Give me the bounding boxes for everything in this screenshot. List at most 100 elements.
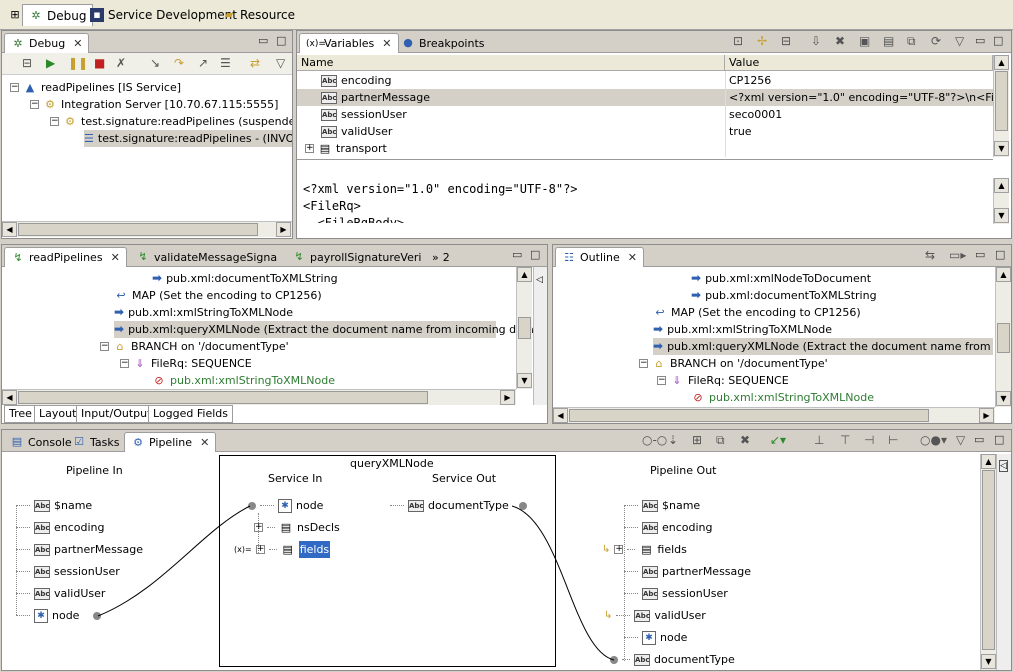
tab-input-output[interactable]: Input/Output bbox=[76, 405, 157, 423]
step-filter-icon[interactable]: ⇄ bbox=[250, 56, 260, 70]
expand-icon[interactable]: + bbox=[305, 144, 314, 153]
copy-icon[interactable]: ⧉ bbox=[907, 34, 916, 49]
outline-item[interactable]: − ⌂ BRANCH on '/documentType' bbox=[639, 355, 828, 372]
perspective-debug[interactable]: ✲ Debug bbox=[22, 4, 94, 26]
collapse-icon[interactable]: − bbox=[120, 359, 129, 368]
maximize-icon[interactable]: □ bbox=[530, 248, 540, 261]
invoke-icon: ➡ bbox=[114, 322, 125, 336]
flow-service-icon: ↯ bbox=[138, 250, 148, 263]
collapse-icon[interactable]: − bbox=[30, 100, 39, 109]
view-menu-icon[interactable]: ▽ bbox=[276, 56, 285, 70]
minimize-icon[interactable]: ▭ bbox=[975, 34, 985, 47]
outline-view: ☷ Outline ✕ ⇆ ▭▸ ▭ □ ➡ pub.xml:xmlNodeToDoc… bbox=[552, 244, 1012, 424]
detail-scrollbar[interactable]: ▲ ▼ bbox=[993, 178, 1009, 224]
map-icon: ↩ bbox=[116, 288, 126, 302]
folder-icon: ▰ bbox=[224, 8, 234, 21]
detail-pane[interactable]: <?xml version="1.0" encoding="UTF-8"?> <… bbox=[303, 181, 578, 223]
close-icon[interactable]: ✕ bbox=[73, 37, 82, 50]
link-editor-icon[interactable]: ⇆ bbox=[925, 248, 935, 262]
outline-item-disabled[interactable]: ⊘ pub.xml:xmlStringToXMLNode bbox=[691, 389, 874, 406]
horizontal-scrollbar[interactable]: ◀ ▶ bbox=[553, 407, 995, 423]
column-header-name[interactable]: Name bbox=[297, 55, 725, 71]
close-icon[interactable]: ✕ bbox=[111, 251, 120, 264]
column-header-value[interactable]: Value bbox=[725, 55, 993, 71]
flow-step-disabled[interactable]: ⊘ pub.xml:xmlStringToXMLNode bbox=[152, 372, 335, 389]
variable-row[interactable]: Abc validUser true bbox=[321, 123, 993, 140]
side-panel-toggle[interactable]: ◁ bbox=[996, 454, 1011, 670]
step-over-icon[interactable]: ↷ bbox=[174, 56, 184, 70]
tab-logged-fields[interactable]: Logged Fields bbox=[148, 405, 233, 423]
close-icon[interactable]: ✕ bbox=[628, 251, 637, 264]
collapse-icon[interactable]: − bbox=[50, 117, 59, 126]
resume-icon[interactable]: ▶ bbox=[46, 56, 55, 70]
step-into-icon[interactable]: ↘ bbox=[150, 56, 160, 70]
save-icon[interactable]: ▣ bbox=[859, 34, 870, 48]
horizontal-scrollbar[interactable]: ◀ ▶ bbox=[2, 221, 292, 237]
flow-step[interactable]: − ⌂ BRANCH on '/documentType' bbox=[100, 338, 289, 355]
tab-layout[interactable]: Layout bbox=[34, 405, 82, 423]
more-tabs-button[interactable]: » 2 bbox=[426, 247, 456, 267]
tab-breakpoints[interactable]: ● Breakpoints bbox=[395, 33, 491, 53]
collapse-icon[interactable]: − bbox=[100, 342, 109, 351]
terminate-icon[interactable]: ■ bbox=[94, 56, 105, 70]
tab-payrollsignatureveri[interactable]: ↯ payrollSignatureVeri bbox=[286, 247, 427, 267]
view-menu-icon[interactable]: ▭▸ bbox=[949, 248, 966, 262]
tree-item-thread[interactable]: − ⚙ test.signature:readPipelines (suspende… bbox=[50, 113, 292, 130]
remove-icon[interactable]: ✖ bbox=[835, 34, 845, 48]
vertical-scrollbar[interactable]: ▲ ▼ bbox=[995, 267, 1011, 407]
variable-row[interactable]: + ▤ transport bbox=[305, 140, 993, 157]
drop-frame-icon[interactable]: ☰ bbox=[220, 56, 231, 70]
outline-item[interactable]: ➡ pub.xml:xmlStringToXMLNode bbox=[653, 321, 832, 338]
suspend-icon[interactable]: ❚❚ bbox=[68, 56, 88, 70]
maximize-icon[interactable]: □ bbox=[995, 248, 1005, 261]
outline-item[interactable]: ↩ MAP (Set the encoding to CP1256) bbox=[653, 304, 860, 321]
collapse-all-icon[interactable]: ⊟ bbox=[781, 34, 791, 48]
vertical-scrollbar[interactable]: ▲ ▼ bbox=[993, 55, 1009, 157]
tab-validatemessagesigna[interactable]: ↯ validateMessageSigna bbox=[130, 247, 283, 267]
open-icon[interactable]: ▤ bbox=[883, 34, 894, 48]
outline-item[interactable]: ➡ pub.xml:documentToXMLString bbox=[691, 287, 877, 304]
show-type-names-icon[interactable]: ⊡ bbox=[733, 34, 743, 48]
show-logical-icon[interactable]: ✢ bbox=[757, 34, 767, 48]
collapse-icon[interactable]: − bbox=[639, 359, 648, 368]
tab-outline[interactable]: ☷ Outline ✕ bbox=[555, 247, 645, 267]
minimize-icon[interactable]: ▭ bbox=[975, 248, 985, 261]
step-return-icon[interactable]: ↗ bbox=[198, 56, 208, 70]
variable-row[interactable]: Abc partnerMessage <?xml version="1.0" enc… bbox=[297, 89, 993, 106]
minimize-icon[interactable]: ▭ bbox=[512, 248, 522, 261]
collapse-icon[interactable]: − bbox=[10, 83, 19, 92]
vertical-scrollbar[interactable]: ▲ ▼ bbox=[980, 454, 996, 670]
tab-readpipelines[interactable]: ↯ readPipelines ✕ bbox=[4, 247, 127, 267]
view-menu-icon[interactable]: ▽ bbox=[955, 34, 964, 48]
tree-item-service[interactable]: − ▲ readPipelines [IS Service] bbox=[10, 79, 181, 96]
outline-item[interactable]: − ⇓ FileRq: SEQUENCE bbox=[657, 372, 789, 389]
flow-step[interactable]: − ⇓ FileRq: SEQUENCE bbox=[120, 355, 252, 372]
invoke-icon: ➡ bbox=[691, 288, 702, 302]
perspective-resource[interactable]: ▰ Resource bbox=[216, 4, 301, 26]
flow-step[interactable]: ➡ pub.xml:xmlStringToXMLNode bbox=[114, 304, 293, 321]
tab-tree[interactable]: Tree bbox=[4, 405, 37, 423]
tab-debug[interactable]: ✲ Debug ✕ bbox=[4, 33, 90, 53]
refresh-icon[interactable]: ⟳ bbox=[931, 34, 941, 48]
variable-row[interactable]: Abc encoding CP1256 bbox=[321, 72, 993, 89]
remove-terminated-icon[interactable]: ⊟ bbox=[22, 56, 32, 70]
outline-item-selected[interactable]: ➡ pub.xml:queryXMLNode (Extract the docum… bbox=[653, 338, 993, 355]
horizontal-scrollbar[interactable]: ◀ ▶ bbox=[2, 389, 516, 405]
disconnect-icon[interactable]: ✗ bbox=[116, 56, 126, 70]
flow-step[interactable]: ↩ MAP (Set the encoding to CP1256) bbox=[114, 287, 321, 304]
tree-item-frame[interactable]: ☰ test.signature:readPipelines - (INVOKE bbox=[84, 130, 292, 147]
maximize-icon[interactable]: □ bbox=[276, 34, 286, 47]
flow-step[interactable]: ➡ pub.xml:documentToXMLString bbox=[152, 270, 338, 287]
collapse-icon[interactable]: − bbox=[657, 376, 666, 385]
maximize-icon[interactable]: □ bbox=[993, 34, 1003, 47]
vertical-scrollbar[interactable]: ▲ ▼ bbox=[516, 267, 532, 389]
variable-row[interactable]: Abc sessionUser seco0001 bbox=[321, 106, 993, 123]
outline-item[interactable]: ➡ pub.xml:xmlNodeToDocument bbox=[691, 270, 871, 287]
tab-variables[interactable]: (x)= Variables ✕ bbox=[299, 33, 399, 53]
pin-icon[interactable]: ⇩ bbox=[811, 34, 821, 48]
side-panel-toggle[interactable]: ◁ bbox=[533, 267, 547, 405]
tree-item-server[interactable]: − ⚙ Integration Server [10.70.67.115:5555] bbox=[30, 96, 278, 113]
close-icon[interactable]: ✕ bbox=[382, 37, 391, 50]
flow-step-selected[interactable]: ➡ pub.xml:queryXMLNode (Extract the docum… bbox=[114, 321, 542, 338]
minimize-icon[interactable]: ▭ bbox=[258, 34, 268, 47]
